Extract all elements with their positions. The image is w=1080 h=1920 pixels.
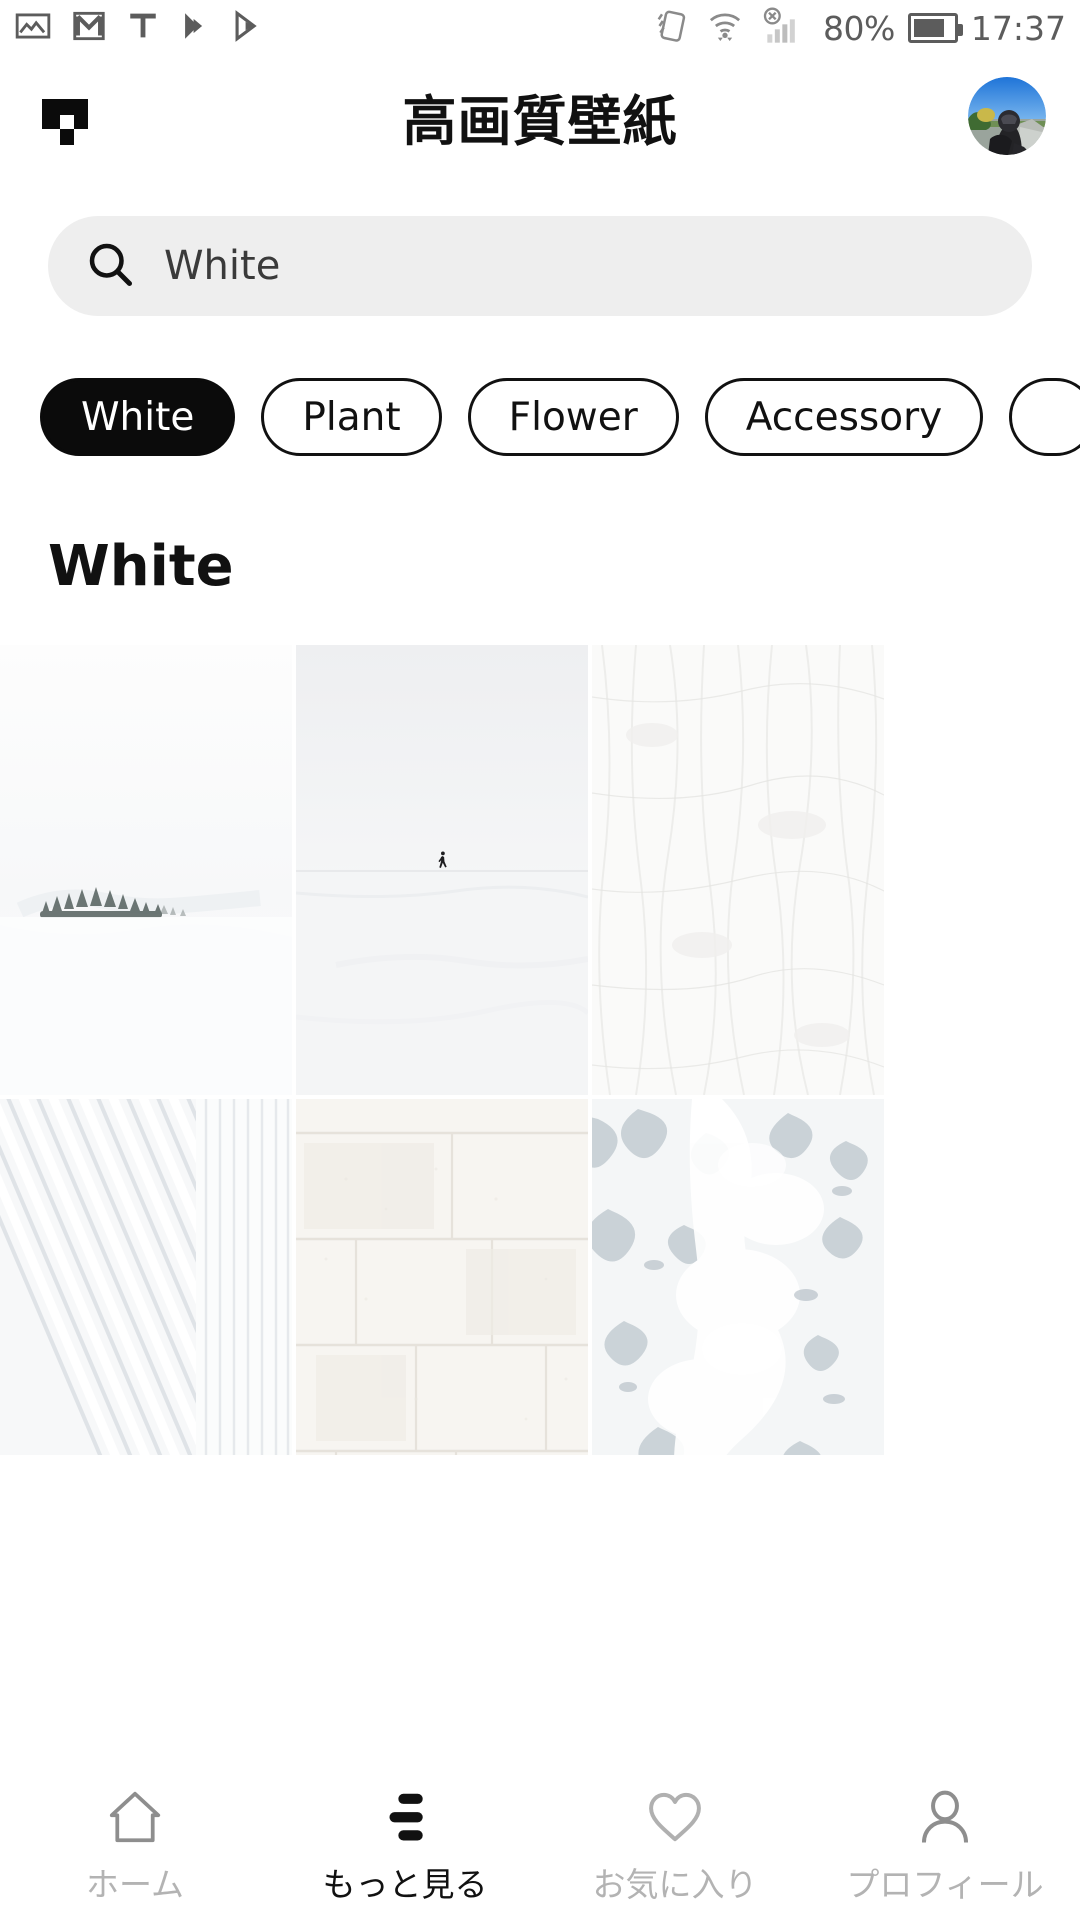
avatar[interactable] xyxy=(968,77,1046,155)
app-logo-icon[interactable] xyxy=(34,85,96,147)
wallpaper-white-plaster[interactable] xyxy=(592,645,884,1095)
search-input[interactable]: White xyxy=(48,216,1032,316)
text-icon xyxy=(126,7,160,50)
chip-white[interactable]: White xyxy=(40,378,236,456)
wallpaper-white-ribs[interactable] xyxy=(0,1099,292,1455)
bottom-navigation: ホーム もっと見る お気に入り プロフィール xyxy=(0,1772,1080,1920)
nav-label-home: ホーム xyxy=(85,1864,184,1904)
nav-label-more: もっと見る xyxy=(322,1864,488,1904)
status-bar: 80% 17:37 xyxy=(0,0,1080,56)
nav-item-profile[interactable]: プロフィール xyxy=(810,1788,1080,1906)
search-icon xyxy=(84,238,136,295)
nav-item-home[interactable]: ホーム xyxy=(0,1788,270,1906)
play-store-icon xyxy=(230,7,264,50)
battery-icon xyxy=(907,13,963,43)
heart-icon xyxy=(644,1788,706,1846)
nav-item-favorites[interactable]: お気に入り xyxy=(540,1788,810,1906)
wallpaper-snow-walker[interactable] xyxy=(296,645,588,1095)
rotate-icon xyxy=(652,6,692,51)
person-icon xyxy=(914,1788,976,1846)
status-bar-notifications xyxy=(14,7,264,50)
wallpaper-foggy-forest[interactable] xyxy=(0,645,292,1095)
signal-off-icon xyxy=(758,6,810,51)
status-bar-clock: 17:37 xyxy=(970,8,1066,48)
chip-flower[interactable]: Flower xyxy=(467,378,679,456)
category-chip-row[interactable]: White Plant Flower Accessory xyxy=(0,378,1080,456)
chip-plant[interactable]: Plant xyxy=(261,378,442,456)
status-bar-system: 80% 17:37 xyxy=(652,6,1066,51)
page-title: 高画質壁紙 xyxy=(402,89,678,153)
more-lines-icon xyxy=(374,1788,436,1846)
app-header: 高画質壁紙 xyxy=(0,56,1080,176)
play-movies-icon xyxy=(178,7,212,50)
gmail-icon xyxy=(70,7,108,50)
nav-label-profile: プロフィール xyxy=(846,1864,1044,1904)
home-icon xyxy=(104,1788,166,1846)
wallpaper-grid xyxy=(0,645,1080,1455)
nav-label-favorites: お気に入り xyxy=(592,1864,758,1904)
photo-icon xyxy=(14,7,52,50)
wallpaper-sea-foam[interactable] xyxy=(592,1099,884,1455)
chip-next-partial[interactable] xyxy=(1009,378,1080,456)
search-section: White xyxy=(0,176,1080,316)
battery-percent-label: 80% xyxy=(823,8,895,48)
chip-accessory[interactable]: Accessory xyxy=(704,378,984,456)
section-heading: White xyxy=(48,534,234,599)
wifi-icon xyxy=(705,6,745,51)
search-value: White xyxy=(164,243,281,289)
nav-item-more[interactable]: もっと見る xyxy=(270,1788,540,1906)
wallpaper-white-brick[interactable] xyxy=(296,1099,588,1455)
